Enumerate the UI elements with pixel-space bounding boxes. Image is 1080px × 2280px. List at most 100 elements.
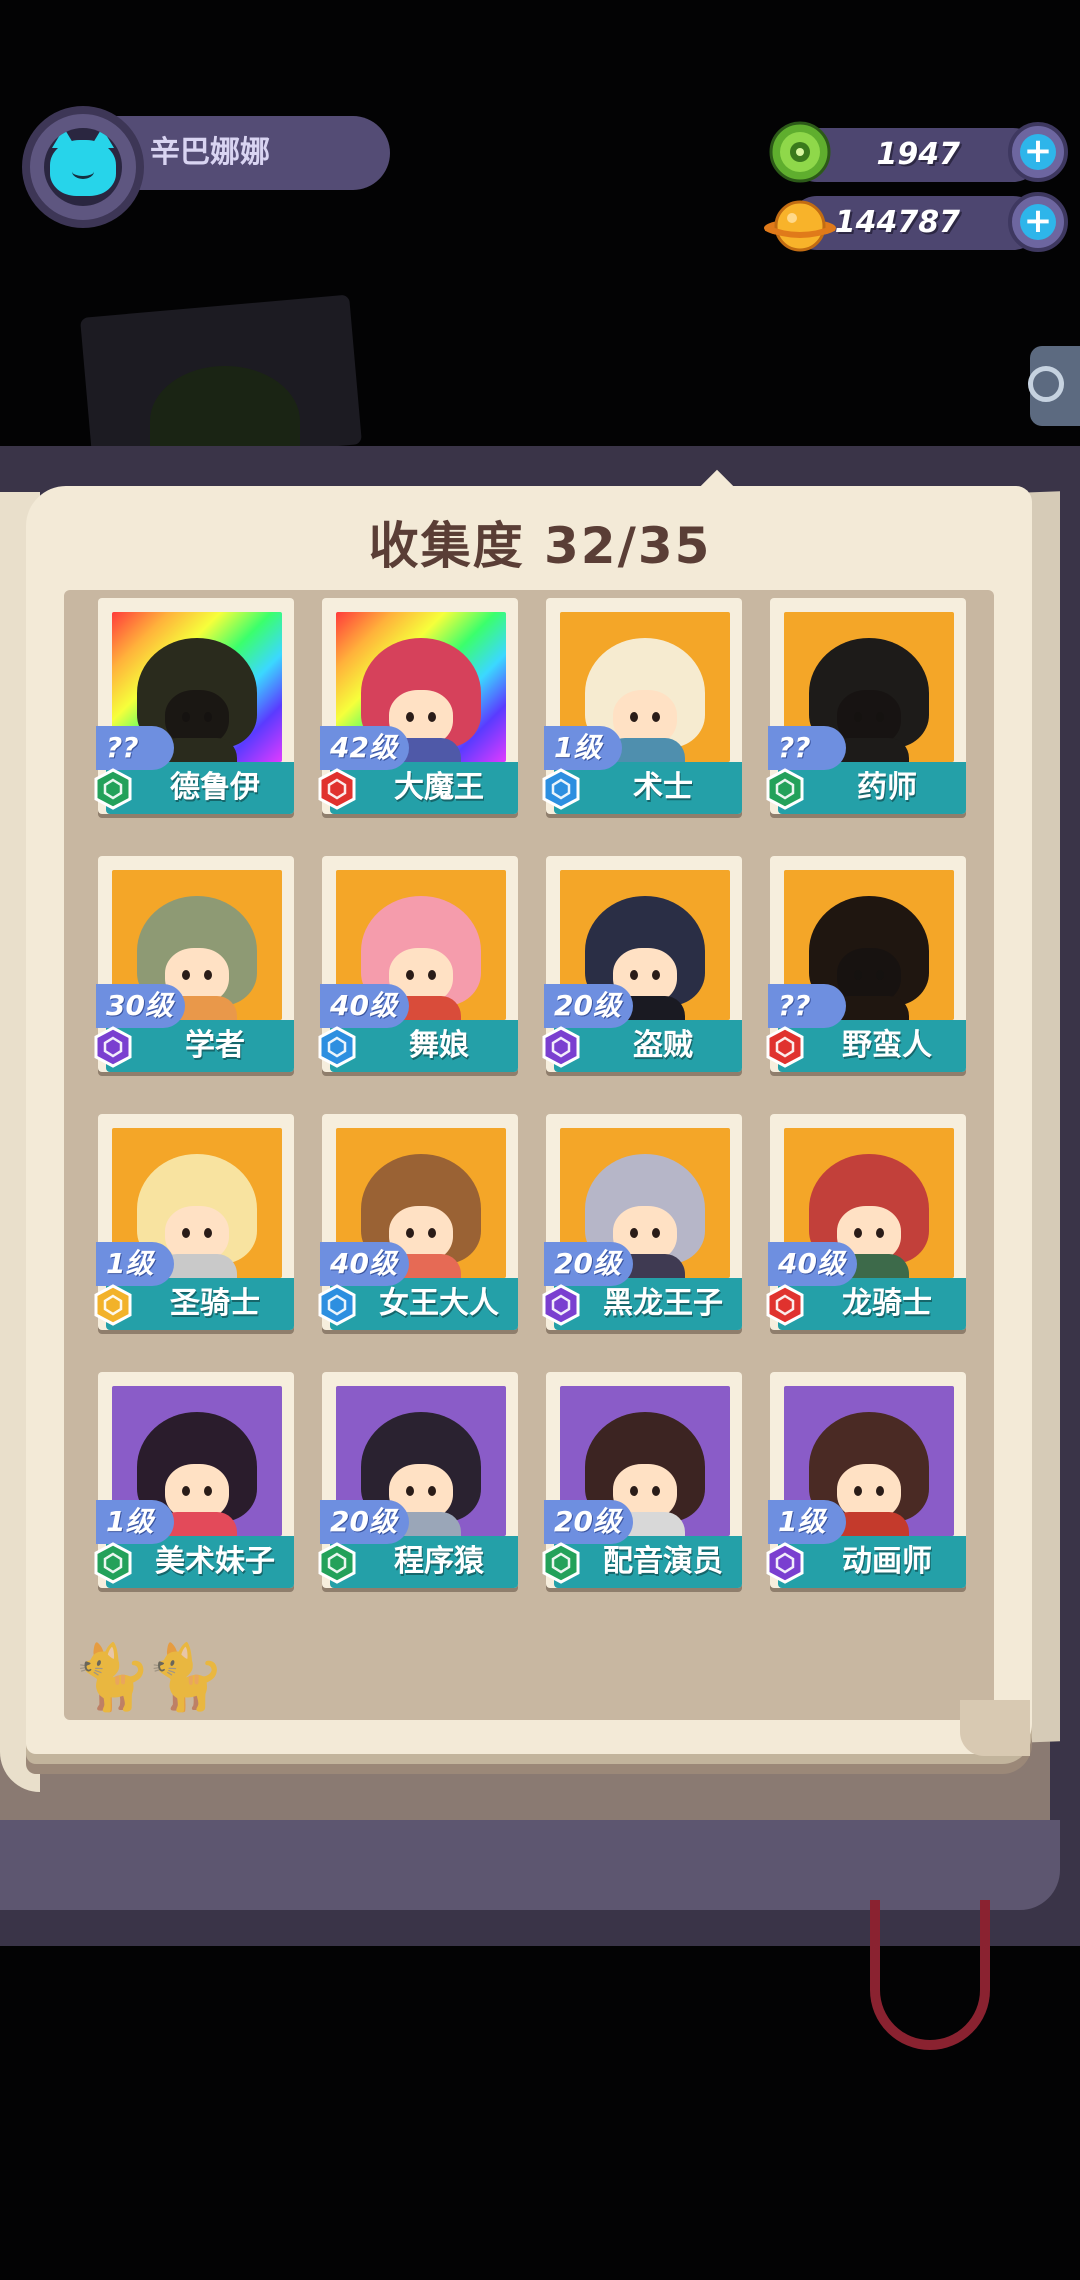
character-eye — [876, 1486, 884, 1496]
plus-icon: + — [1020, 134, 1056, 170]
character-eye — [428, 970, 436, 980]
character-eye — [204, 712, 212, 722]
avatar-cat-icon — [44, 128, 122, 206]
character-eye — [182, 712, 190, 722]
role-shield-icon — [766, 1542, 804, 1584]
character-eye — [652, 970, 660, 980]
player-name: 辛巴娜娜 — [150, 135, 270, 170]
green-gem-icon — [769, 121, 831, 183]
role-shield-icon — [766, 1284, 804, 1326]
level-badge: 1级 — [768, 1500, 846, 1544]
character-card[interactable]: 龙骑士 40级 — [764, 1114, 966, 1336]
level-badge: 40级 — [768, 1242, 857, 1286]
book-bottom-edge — [0, 1820, 1060, 1910]
character-card[interactable]: 学者 30级 — [92, 856, 294, 1078]
character-name: 圣骑士 — [170, 1286, 260, 1321]
level-badge: 20级 — [544, 1500, 633, 1544]
character-card[interactable]: 美术妹子 1级 — [92, 1372, 294, 1594]
book-ribbon-ring — [870, 1900, 990, 2050]
character-card[interactable]: 圣骑士 1级 — [92, 1114, 294, 1336]
character-eye — [876, 1228, 884, 1238]
level-badge: 30级 — [96, 984, 185, 1028]
character-name: 野蛮人 — [842, 1028, 932, 1063]
role-shield-icon — [318, 1542, 356, 1584]
character-name: 药师 — [857, 770, 917, 805]
role-shield-icon — [94, 1026, 132, 1068]
green-gem-amount: 1947 — [876, 137, 961, 172]
player-avatar[interactable] — [22, 106, 144, 228]
level-badge: 1级 — [96, 1242, 174, 1286]
role-shield-icon — [766, 768, 804, 810]
character-card[interactable]: 盗贼 20级 — [540, 856, 742, 1078]
page-curl-corner[interactable] — [960, 1700, 1030, 1756]
gold-planet-icon — [764, 200, 836, 252]
role-shield-icon — [542, 768, 580, 810]
character-eye — [630, 970, 638, 980]
character-name: 德鲁伊 — [170, 770, 260, 805]
character-card[interactable]: 大魔王 42级 — [316, 598, 518, 820]
level-badge: 20级 — [544, 1242, 633, 1286]
character-eye — [182, 1228, 190, 1238]
character-eye — [406, 970, 414, 980]
role-shield-icon — [766, 1026, 804, 1068]
character-eye — [406, 712, 414, 722]
gold-planet-amount: 144787 — [834, 205, 960, 240]
level-badge: 1级 — [96, 1500, 174, 1544]
character-name: 美术妹子 — [155, 1544, 275, 1579]
character-eye — [406, 1228, 414, 1238]
character-eye — [204, 1486, 212, 1496]
character-eye — [182, 970, 190, 980]
character-eye — [406, 1486, 414, 1496]
character-eye — [876, 970, 884, 980]
plus-icon: + — [1020, 204, 1056, 240]
character-eye — [652, 1228, 660, 1238]
level-badge: 40级 — [320, 1242, 409, 1286]
role-shield-icon — [542, 1284, 580, 1326]
character-eye — [652, 712, 660, 722]
character-card[interactable]: 黑龙王子 20级 — [540, 1114, 742, 1336]
character-card[interactable]: 药师?? — [764, 598, 966, 820]
role-shield-icon — [318, 768, 356, 810]
role-shield-icon — [318, 1026, 356, 1068]
level-badge: ?? — [768, 726, 846, 770]
character-eye — [876, 712, 884, 722]
add-gold-planet-button[interactable]: + — [1008, 192, 1068, 252]
collection-progress-title: 收集度 32/35 — [368, 517, 712, 575]
level-badge: 20级 — [544, 984, 633, 1028]
character-eye — [854, 970, 862, 980]
level-badge: ?? — [768, 984, 846, 1028]
character-card[interactable]: 野蛮人?? — [764, 856, 966, 1078]
add-green-gem-button[interactable]: + — [1008, 122, 1068, 182]
character-card[interactable]: 程序猿 20级 — [316, 1372, 518, 1594]
character-eye — [428, 1486, 436, 1496]
character-card[interactable]: 德鲁伊?? — [92, 598, 294, 820]
character-card[interactable]: 舞娘 40级 — [316, 856, 518, 1078]
role-shield-icon — [318, 1284, 356, 1326]
character-eye — [204, 970, 212, 980]
character-eye — [854, 1486, 862, 1496]
character-card[interactable]: 配音演员 20级 — [540, 1372, 742, 1594]
character-eye — [630, 1486, 638, 1496]
share-icon[interactable] — [1028, 366, 1064, 402]
character-eye — [204, 1228, 212, 1238]
character-name: 动画师 — [842, 1544, 932, 1579]
character-eye — [428, 712, 436, 722]
character-eye — [428, 1228, 436, 1238]
character-eye — [630, 712, 638, 722]
character-card[interactable]: 女王大人 40级 — [316, 1114, 518, 1336]
role-shield-icon — [94, 768, 132, 810]
cat-paw-watermark: 🐈🐈 — [72, 1641, 225, 1715]
character-eye — [854, 712, 862, 722]
level-badge: 20级 — [320, 1500, 409, 1544]
level-badge: 42级 — [320, 726, 409, 770]
role-shield-icon — [542, 1542, 580, 1584]
role-shield-icon — [94, 1542, 132, 1584]
role-shield-icon — [542, 1026, 580, 1068]
character-eye — [182, 1486, 190, 1496]
character-card[interactable]: 动画师 1级 — [764, 1372, 966, 1594]
character-card[interactable]: 术士 1级 — [540, 598, 742, 820]
character-eye — [854, 1228, 862, 1238]
level-badge: 1级 — [544, 726, 622, 770]
character-eye — [652, 1486, 660, 1496]
character-eye — [630, 1228, 638, 1238]
